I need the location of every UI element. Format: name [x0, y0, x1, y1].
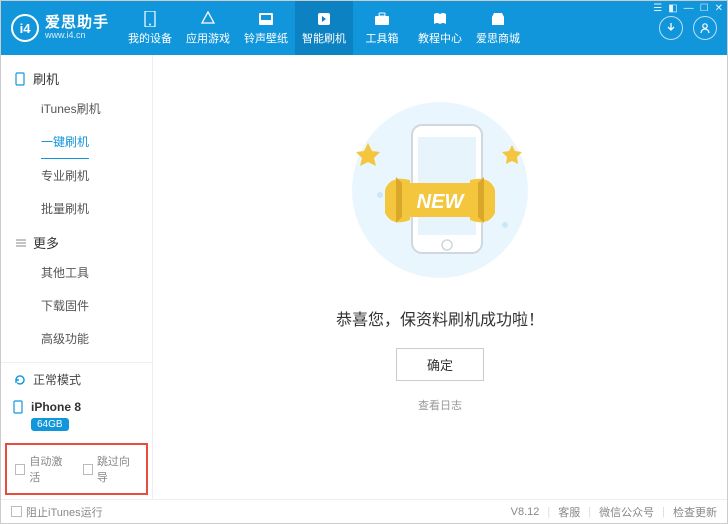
- checkbox-label: 跳过向导: [97, 453, 138, 485]
- sidebar-item-itunes-flash[interactable]: iTunes刷机: [1, 92, 152, 125]
- phone-icon: [141, 11, 159, 27]
- minimize-button[interactable]: —: [684, 3, 694, 14]
- app-window: i4 爱思助手 www.i4.cn 我的设备 应用游戏 铃声壁纸 智能刷机: [0, 0, 728, 524]
- tab-label: 教程中心: [418, 30, 462, 46]
- device-name: iPhone 8: [31, 400, 81, 414]
- checkbox-icon: [15, 464, 25, 475]
- menu-icon[interactable]: ☰: [653, 3, 662, 14]
- maximize-button[interactable]: ☐: [700, 3, 709, 14]
- tab-apps[interactable]: 应用游戏: [179, 1, 237, 55]
- close-button[interactable]: ✕: [715, 3, 723, 14]
- wallpaper-icon: [257, 11, 275, 27]
- user-button[interactable]: [693, 16, 717, 40]
- section-title: 更多: [33, 233, 59, 252]
- sidebar-section-more: 更多: [1, 225, 152, 256]
- tab-my-device[interactable]: 我的设备: [121, 1, 179, 55]
- version-label: V8.12: [511, 506, 540, 518]
- tab-label: 爱思商城: [476, 30, 520, 46]
- sidebar-item-download-fw[interactable]: 下载固件: [1, 289, 152, 322]
- sidebar-item-other-tools[interactable]: 其他工具: [1, 256, 152, 289]
- book-icon: [431, 11, 449, 27]
- toolbox-icon: [373, 11, 391, 27]
- new-banner-text: NEW: [417, 191, 466, 213]
- store-icon: [489, 11, 507, 27]
- checkbox-label: 阻止iTunes运行: [26, 504, 103, 520]
- logo-url: www.i4.cn: [45, 31, 109, 41]
- flash-icon: [315, 11, 333, 27]
- tab-toolbox[interactable]: 工具箱: [353, 1, 411, 55]
- support-link[interactable]: 客服: [558, 504, 580, 520]
- logo: i4 爱思助手 www.i4.cn: [1, 1, 121, 55]
- status-bar: 阻止iTunes运行 V8.12 | 客服 | 微信公众号 | 检查更新: [1, 499, 727, 523]
- window-controls: ☰ ◧ — ☐ ✕: [653, 3, 723, 14]
- tab-label: 铃声壁纸: [244, 30, 288, 46]
- view-log-link[interactable]: 查看日志: [418, 397, 462, 413]
- device-name-row[interactable]: iPhone 8: [1, 396, 152, 416]
- sidebar-section-flash: 刷机: [1, 61, 152, 92]
- checkbox-label: 自动激活: [29, 453, 70, 485]
- device-mode[interactable]: 正常模式: [1, 363, 152, 396]
- skip-wizard-checkbox[interactable]: 跳过向导: [83, 453, 139, 485]
- sidebar-item-oneclick-flash[interactable]: 一键刷机: [41, 125, 89, 159]
- sidebar-item-batch-flash[interactable]: 批量刷机: [1, 192, 152, 225]
- sidebar-item-advanced[interactable]: 高级功能: [1, 322, 152, 355]
- tab-label: 智能刷机: [302, 30, 346, 46]
- checkbox-icon: [11, 506, 22, 517]
- block-itunes-checkbox[interactable]: 阻止iTunes运行: [11, 504, 103, 520]
- tab-store[interactable]: 爱思商城: [469, 1, 527, 55]
- success-illustration: NEW: [330, 95, 550, 288]
- more-icon: [15, 237, 27, 249]
- auto-activate-checkbox[interactable]: 自动激活: [15, 453, 71, 485]
- success-message: 恭喜您，保资料刷机成功啦！: [336, 306, 544, 330]
- download-button[interactable]: [659, 16, 683, 40]
- sidebar-bottom: 正常模式 iPhone 8 64GB 自动激活 跳过向导: [1, 362, 152, 499]
- apps-icon: [199, 11, 217, 27]
- tab-flash[interactable]: 智能刷机: [295, 1, 353, 55]
- skin-icon[interactable]: ◧: [668, 3, 677, 14]
- check-update-link[interactable]: 检查更新: [673, 504, 717, 520]
- ok-button[interactable]: 确定: [396, 348, 484, 381]
- logo-title: 爱思助手: [45, 15, 109, 32]
- tab-label: 我的设备: [128, 30, 172, 46]
- tab-ringtones[interactable]: 铃声壁纸: [237, 1, 295, 55]
- main-content: NEW 恭喜您，保资料刷机成功啦！ 确定 查看日志: [153, 55, 727, 499]
- wechat-link[interactable]: 微信公众号: [599, 504, 654, 520]
- activation-options: 自动激活 跳过向导: [5, 443, 148, 495]
- storage-badge: 64GB: [31, 418, 69, 431]
- header: i4 爱思助手 www.i4.cn 我的设备 应用游戏 铃声壁纸 智能刷机: [1, 1, 727, 55]
- top-tabs: 我的设备 应用游戏 铃声壁纸 智能刷机 工具箱 教程中心: [121, 1, 649, 55]
- mode-label: 正常模式: [33, 371, 81, 388]
- logo-icon: i4: [11, 14, 39, 42]
- tab-label: 工具箱: [366, 30, 399, 46]
- section-title: 刷机: [33, 69, 59, 88]
- tab-label: 应用游戏: [186, 30, 230, 46]
- phone-icon: [15, 72, 27, 86]
- phone-icon: [13, 400, 25, 414]
- refresh-icon: [13, 373, 27, 387]
- checkbox-icon: [83, 464, 93, 475]
- body: 刷机 iTunes刷机 一键刷机 专业刷机 批量刷机 更多 其他工具 下载固件 …: [1, 55, 727, 499]
- sidebar-item-pro-flash[interactable]: 专业刷机: [1, 159, 152, 192]
- sidebar: 刷机 iTunes刷机 一键刷机 专业刷机 批量刷机 更多 其他工具 下载固件 …: [1, 55, 153, 499]
- tab-tutorials[interactable]: 教程中心: [411, 1, 469, 55]
